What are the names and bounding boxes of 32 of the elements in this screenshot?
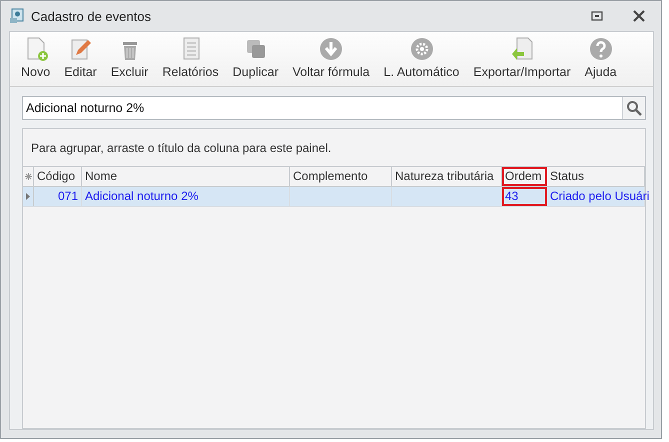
toolbar-button[interactable]: Editar [57,36,104,84]
export-icon [509,36,535,62]
toolbar-button[interactable]: Novo [14,36,58,84]
toolbar-button[interactable]: Exportar/Importar [466,36,578,84]
settings-icon [408,36,434,62]
toolbar-button[interactable]: L. Automático [376,36,466,84]
search-field[interactable]: Adicional noturno 2% [22,96,646,120]
toolbar-button[interactable]: Voltar fórmula [286,36,377,84]
toolbar-button[interactable]: Ajuda [578,36,624,84]
window-title: Cadastro de eventos [31,8,151,24]
column-header[interactable]: Ordem [502,167,547,186]
search-icon [626,100,642,116]
row-pointer-icon [26,193,30,200]
asterisk-icon [24,173,32,180]
group-panel-hint: Para agrupar, arraste o título da coluna para este painel. [30,140,332,157]
toolbar-button[interactable]: Duplicar [226,36,286,84]
help-icon [588,36,614,62]
table-cell: Criado pelo Usuári [550,189,650,203]
column-header[interactable]: Status [547,167,645,186]
column-header[interactable]: Nome [82,167,290,186]
close-icon[interactable] [633,10,645,22]
table-cell: 071 [58,189,78,203]
toolbar-button[interactable]: Relatórios [155,36,226,84]
restore-icon[interactable] [591,11,603,21]
column-header[interactable]: Código [34,167,82,186]
table-cell: 43 [505,189,518,203]
search-button[interactable] [622,97,645,119]
toolbar-button[interactable]: Excluir [104,36,156,84]
app-icon [9,8,25,24]
column-header[interactable]: Natureza tributária [392,167,502,186]
column-header[interactable]: Complemento [290,167,392,186]
table-cell: Adicional noturno 2% [85,189,198,203]
